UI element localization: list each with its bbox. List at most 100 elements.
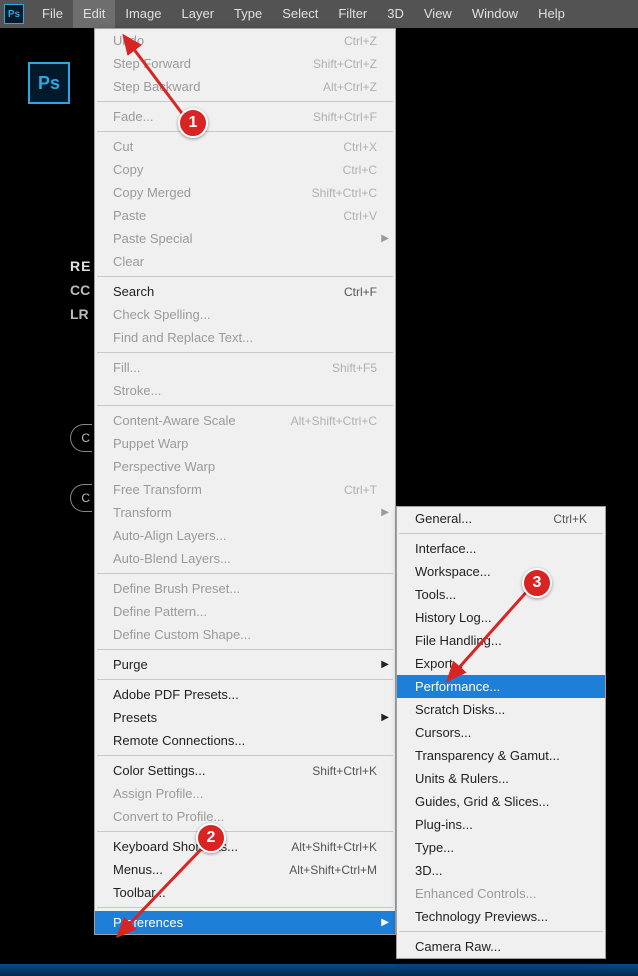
edit-menu-item-shortcut: Shift+F5	[332, 361, 377, 375]
menu-file[interactable]: File	[32, 0, 73, 28]
pref-menu-item-scratch-disks[interactable]: Scratch Disks...	[397, 698, 605, 721]
edit-menu-item-label: Copy	[113, 162, 343, 177]
submenu-arrow-icon: ▶	[381, 233, 389, 244]
pref-menu-item-file-handling[interactable]: File Handling...	[397, 629, 605, 652]
pref-menu-item-transparency-gamut[interactable]: Transparency & Gamut...	[397, 744, 605, 767]
edit-menu-item-presets[interactable]: Presets ▶	[95, 706, 395, 729]
menu-type[interactable]: Type	[224, 0, 272, 28]
annotation-badge-3: 3	[522, 568, 552, 598]
edit-menu-item-label: Presets	[113, 710, 377, 725]
edit-menu-item-label: Clear	[113, 254, 377, 269]
edit-menu-separator	[97, 131, 393, 132]
edit-menu-item-auto-blend-layers: Auto-Blend Layers...	[95, 547, 395, 570]
edit-menu-item-clear: Clear	[95, 250, 395, 273]
pref-menu-item-label: Type...	[415, 840, 587, 855]
edit-menu-item-toolbar[interactable]: Toolbar...	[95, 881, 395, 904]
pref-menu-item-label: General...	[415, 511, 553, 526]
edit-menu-separator	[97, 755, 393, 756]
pref-menu-item-label: Scratch Disks...	[415, 702, 587, 717]
pref-menu-item-type[interactable]: Type...	[397, 836, 605, 859]
pref-menu-item-interface[interactable]: Interface...	[397, 537, 605, 560]
pref-menu-item-label: Enhanced Controls...	[415, 886, 587, 901]
edit-menu-item-preferences[interactable]: Preferences▶	[95, 911, 395, 934]
edit-menu-item-label: Content-Aware Scale	[113, 413, 291, 428]
edit-menu-item-label: Fill...	[113, 360, 332, 375]
edit-menu-item-shortcut: Shift+Ctrl+Z	[313, 57, 377, 71]
edit-menu-item-purge[interactable]: Purge▶	[95, 653, 395, 676]
menu-view[interactable]: View	[414, 0, 462, 28]
edit-menu-item-label: Toolbar...	[113, 885, 377, 900]
pref-menu-item-general[interactable]: General...Ctrl+K	[397, 507, 605, 530]
edit-menu-item-shortcut: Ctrl+V	[343, 209, 377, 223]
menu-edit[interactable]: Edit	[73, 0, 115, 28]
edit-menu-item-fill: Fill...Shift+F5	[95, 356, 395, 379]
edit-menu-item-label: Transform	[113, 505, 377, 520]
welcome-panel: RE CC LR	[70, 258, 91, 322]
photoshop-logo: Ps	[28, 62, 70, 104]
pref-menu-item-plug-ins[interactable]: Plug-ins...	[397, 813, 605, 836]
pref-menu-item-label: Tools...	[415, 587, 587, 602]
pref-menu-item-technology-previews[interactable]: Technology Previews...	[397, 905, 605, 928]
pref-menu-item-performance[interactable]: Performance...	[397, 675, 605, 698]
pref-menu-item-history-log[interactable]: History Log...	[397, 606, 605, 629]
pref-menu-item-workspace[interactable]: Workspace...	[397, 560, 605, 583]
pref-menu-item-camera-raw[interactable]: Camera Raw...	[397, 935, 605, 958]
edit-menu-item-label: Define Pattern...	[113, 604, 377, 619]
pref-menu-item-label: 3D...	[415, 863, 587, 878]
edit-menu-item-label: Paste	[113, 208, 343, 223]
edit-menu-item-label: Cut	[113, 139, 343, 154]
edit-menu-item-color-settings[interactable]: Color Settings...Shift+Ctrl+K	[95, 759, 395, 782]
edit-menu-item-shortcut: Alt+Shift+Ctrl+M	[289, 863, 377, 877]
submenu-arrow-icon: ▶	[381, 712, 389, 723]
pref-menu-item-tools[interactable]: Tools...	[397, 583, 605, 606]
app-icon: Ps	[4, 4, 24, 24]
menu-3d[interactable]: 3D	[377, 0, 414, 28]
menu-image[interactable]: Image	[115, 0, 171, 28]
edit-menu-item-shortcut: Alt+Shift+Ctrl+K	[291, 840, 377, 854]
edit-menu-item-puppet-warp: Puppet Warp	[95, 432, 395, 455]
edit-menu-separator	[97, 679, 393, 680]
edit-menu-item-fade: Fade...Shift+Ctrl+F	[95, 105, 395, 128]
edit-menu-item-keyboard-shortcuts[interactable]: Keyboard Shortcuts...Alt+Shift+Ctrl+K	[95, 835, 395, 858]
edit-menu-item-paste-special: Paste Special▶	[95, 227, 395, 250]
edit-menu-item-shortcut: Shift+Ctrl+K	[312, 764, 377, 778]
pref-menu-item-units-rulers[interactable]: Units & Rulers...	[397, 767, 605, 790]
edit-menu-item-label: Define Brush Preset...	[113, 581, 377, 596]
pill-button-2[interactable]: C	[70, 484, 92, 512]
menu-layer[interactable]: Layer	[172, 0, 225, 28]
menu-window[interactable]: Window	[462, 0, 528, 28]
edit-menu-item-label: Remote Connections...	[113, 733, 377, 748]
pill-button-1[interactable]: C	[70, 424, 92, 452]
submenu-arrow-icon: ▶	[381, 507, 389, 518]
annotation-badge-1: 1	[178, 108, 208, 138]
edit-menu-item-adobe-pdf-presets[interactable]: Adobe PDF Presets...	[95, 683, 395, 706]
edit-menu-item-search[interactable]: SearchCtrl+F	[95, 280, 395, 303]
edit-menu-item-label: Undo	[113, 33, 344, 48]
edit-menu-item-find-and-replace-text: Find and Replace Text...	[95, 326, 395, 349]
pref-menu-separator	[399, 931, 603, 932]
pref-menu-item-label: Plug-ins...	[415, 817, 587, 832]
menu-select[interactable]: Select	[272, 0, 328, 28]
menu-filter[interactable]: Filter	[328, 0, 377, 28]
edit-menu-item-free-transform: Free TransformCtrl+T	[95, 478, 395, 501]
edit-menu-item-label: Color Settings...	[113, 763, 312, 778]
pref-menu-item-3d[interactable]: 3D...	[397, 859, 605, 882]
edit-menu-separator	[97, 405, 393, 406]
edit-menu-item-label: Find and Replace Text...	[113, 330, 377, 345]
edit-menu-item-shortcut: Ctrl+Z	[344, 34, 377, 48]
edit-menu-item-stroke: Stroke...	[95, 379, 395, 402]
pref-menu-item-export[interactable]: Export...	[397, 652, 605, 675]
taskbar	[0, 964, 638, 976]
pref-menu-item-enhanced-controls: Enhanced Controls...	[397, 882, 605, 905]
annotation-badge-2: 2	[196, 823, 226, 853]
pref-menu-item-shortcut: Ctrl+K	[553, 512, 587, 526]
pref-menu-separator	[399, 533, 603, 534]
edit-menu-item-menus[interactable]: Menus...Alt+Shift+Ctrl+M	[95, 858, 395, 881]
pref-menu-item-guides-grid-slices[interactable]: Guides, Grid & Slices...	[397, 790, 605, 813]
pref-menu-item-cursors[interactable]: Cursors...	[397, 721, 605, 744]
edit-menu-item-remote-connections[interactable]: Remote Connections...	[95, 729, 395, 752]
pref-menu-item-label: History Log...	[415, 610, 587, 625]
edit-menu-item-shortcut: Shift+Ctrl+C	[312, 186, 377, 200]
pref-menu-item-label: Technology Previews...	[415, 909, 587, 924]
menu-help[interactable]: Help	[528, 0, 575, 28]
